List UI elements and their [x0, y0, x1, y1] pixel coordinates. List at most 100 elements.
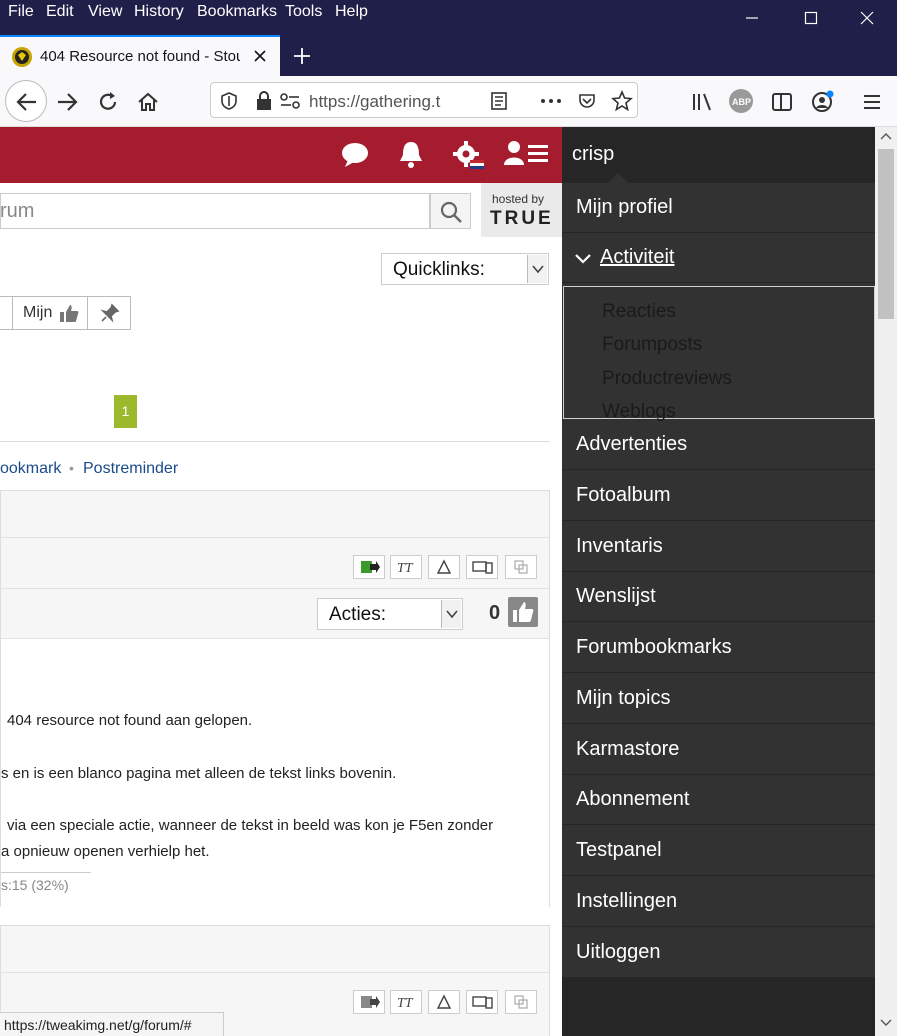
- sidebar-item-uitloggen[interactable]: Uitloggen: [562, 928, 875, 978]
- menu-bookmarks[interactable]: Bookmarks: [197, 3, 277, 21]
- sidebar-item-inventaris[interactable]: Inventaris: [562, 522, 875, 572]
- tracking-protection-icon[interactable]: [219, 91, 239, 111]
- reader-view-icon[interactable]: [489, 91, 509, 111]
- sidebar-item-wenslijst[interactable]: Wenslijst: [562, 572, 875, 622]
- divider: [1, 588, 549, 589]
- post-action-button-reply[interactable]: [353, 990, 385, 1014]
- post-edit-meta: s:15 (32%): [1, 877, 69, 893]
- divider: [0, 441, 550, 442]
- bookmark-star-icon[interactable]: [611, 89, 633, 112]
- post-action-button-copy[interactable]: [505, 555, 537, 579]
- link-separator: •: [69, 460, 74, 476]
- tab-title: 404 Resource not found - Stout: [40, 48, 240, 65]
- hamburger-menu-icon[interactable]: [860, 90, 884, 114]
- search-icon: [440, 201, 462, 223]
- sidebar-item-testpanel[interactable]: Testpanel: [562, 826, 875, 876]
- post-box: TT Acties: 0 404 resource not found aan …: [0, 490, 550, 907]
- pin-button[interactable]: [87, 296, 131, 330]
- sidebar-item-fotoalbum[interactable]: Fotoalbum: [562, 471, 875, 521]
- svg-text:TT: TT: [397, 561, 414, 576]
- post-action-button-copy[interactable]: [505, 990, 537, 1014]
- menu-edit[interactable]: Edit: [46, 3, 74, 21]
- chevron-down-icon: [441, 600, 461, 628]
- settings-gear-icon[interactable]: [452, 140, 486, 172]
- user-menu-header[interactable]: crisp: [562, 127, 875, 183]
- submenu-item-forumposts[interactable]: Forumposts: [602, 334, 702, 356]
- vertical-scrollbar[interactable]: [875, 127, 897, 1036]
- home-icon[interactable]: [136, 90, 160, 114]
- maximize-icon[interactable]: [799, 6, 823, 30]
- forum-search-input[interactable]: rum: [0, 193, 430, 229]
- pocket-icon[interactable]: [577, 91, 597, 111]
- more-actions-icon[interactable]: [539, 91, 563, 111]
- sidebar-item-karmastore[interactable]: Karmastore: [562, 725, 875, 775]
- minimize-icon[interactable]: [740, 6, 764, 30]
- postreminder-link[interactable]: Postreminder: [83, 460, 178, 478]
- activiteit-submenu: Reacties Forumposts Productreviews Weblo…: [563, 286, 875, 422]
- like-count: 0: [489, 602, 501, 624]
- post-action-button-devices[interactable]: [466, 555, 498, 579]
- post-action-button-devices[interactable]: [466, 990, 498, 1014]
- chevron-down-icon: [527, 255, 547, 283]
- sidebar-item-abonnement[interactable]: Abonnement: [562, 775, 875, 825]
- permissions-icon[interactable]: [279, 92, 301, 110]
- thumbs-up-icon: [513, 602, 534, 622]
- menu-tools[interactable]: Tools: [285, 3, 322, 21]
- sidebar-item-forumbookmarks[interactable]: Forumbookmarks: [562, 623, 875, 673]
- post-action-button-reply[interactable]: [353, 555, 385, 579]
- menu-view[interactable]: View: [88, 3, 122, 21]
- hosted-by-badge[interactable]: hosted by TRUE: [481, 183, 562, 237]
- back-icon[interactable]: [5, 80, 47, 122]
- pagination-current-page[interactable]: 1: [114, 395, 137, 428]
- submenu-item-productreviews[interactable]: Productreviews: [602, 368, 732, 390]
- bookmark-link[interactable]: ookmark: [0, 460, 61, 478]
- post-action-button-quote[interactable]: TT: [390, 555, 422, 579]
- tab-active[interactable]: 404 Resource not found - Stout: [0, 35, 280, 76]
- library-icon[interactable]: [690, 90, 714, 114]
- notification-bell-icon[interactable]: [396, 139, 426, 171]
- post-action-button-report[interactable]: [428, 555, 460, 579]
- close-window-icon[interactable]: [855, 6, 879, 30]
- url-bar[interactable]: https://gathering.t: [210, 82, 638, 118]
- svg-text:ABP: ABP: [732, 97, 751, 107]
- new-tab-icon[interactable]: [290, 44, 314, 68]
- username: crisp: [572, 143, 615, 165]
- sidebar-item-instellingen[interactable]: Instellingen: [562, 877, 875, 927]
- post-action-button-report[interactable]: [428, 990, 460, 1014]
- divider: [1, 972, 549, 973]
- menu-file[interactable]: File: [8, 3, 34, 21]
- mijn-label: Mijn: [23, 304, 53, 321]
- menu-pointer: [608, 173, 628, 183]
- quicklinks-select[interactable]: Quicklinks:: [381, 253, 549, 285]
- sidebar-item-mijn-topics[interactable]: Mijn topics: [562, 674, 875, 724]
- like-button[interactable]: [508, 597, 538, 627]
- chevron-down-icon: [575, 254, 591, 264]
- scrollbar-thumb[interactable]: [878, 149, 894, 319]
- adblock-icon[interactable]: ABP: [729, 89, 753, 113]
- status-url: https://tweakimg.net/g/forum/#: [4, 1017, 192, 1033]
- sidebar-item-mijn-profiel[interactable]: Mijn profiel: [562, 183, 875, 233]
- post-action-button-quote[interactable]: TT: [390, 990, 422, 1014]
- chat-icon[interactable]: [340, 141, 370, 169]
- navigation-toolbar: https://gathering.t ABP: [0, 76, 897, 127]
- user-menu-icon[interactable]: [502, 139, 550, 171]
- menu-history[interactable]: History: [134, 3, 184, 21]
- sidebar-item-activiteit[interactable]: Activiteit: [562, 233, 875, 283]
- scroll-up-icon[interactable]: [880, 131, 892, 141]
- sidebar-toggle-icon[interactable]: [770, 90, 794, 114]
- hosted-by-label: hosted by: [492, 192, 545, 206]
- forward-icon[interactable]: [55, 90, 79, 114]
- sidebar-item-advertenties[interactable]: Advertenties: [562, 420, 875, 470]
- submenu-item-reacties[interactable]: Reacties: [602, 301, 676, 323]
- tab-close-icon[interactable]: [251, 47, 269, 65]
- account-icon[interactable]: [810, 89, 836, 115]
- lock-icon[interactable]: [255, 91, 273, 111]
- scroll-down-icon[interactable]: [880, 1018, 892, 1028]
- acties-select[interactable]: Acties:: [317, 598, 463, 630]
- reload-icon[interactable]: [96, 90, 120, 114]
- acties-label: Acties:: [329, 604, 387, 625]
- menu-help[interactable]: Help: [335, 3, 368, 21]
- search-button[interactable]: [430, 193, 471, 229]
- url-text[interactable]: https://gathering.t: [309, 92, 449, 112]
- mijn-like-button[interactable]: Mijn: [12, 296, 88, 330]
